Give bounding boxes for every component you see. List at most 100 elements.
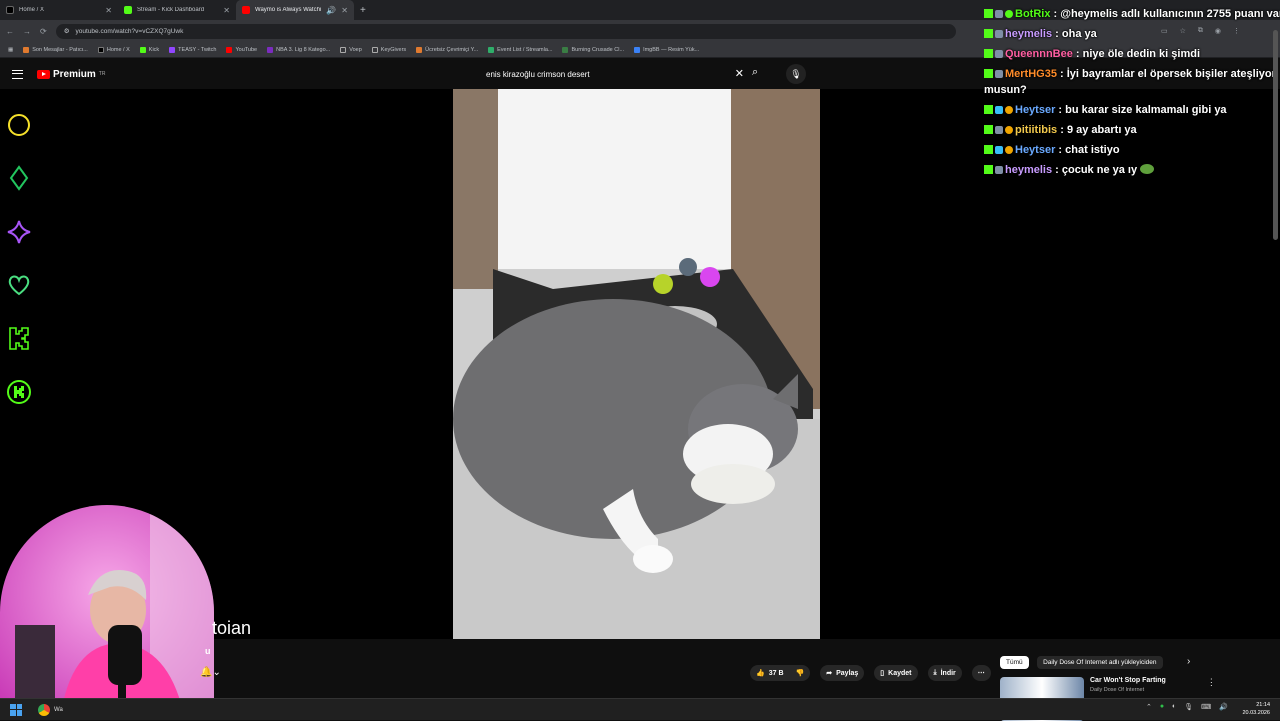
- bookmark-favicon-icon: [267, 46, 274, 53]
- kick-badge-icon: [984, 69, 993, 78]
- folder-icon: [371, 46, 378, 53]
- bookmark-folder[interactable]: KeyGivers: [371, 46, 406, 53]
- more-actions-button[interactable]: ⋯: [971, 665, 991, 681]
- notification-bell-icon[interactable]: 🔔⌄: [200, 667, 221, 678]
- apps-icon[interactable]: ▦: [8, 47, 13, 53]
- kick-badge-icon: [984, 49, 993, 58]
- windows-start-icon[interactable]: [10, 703, 22, 716]
- diamond-badge-icon: [995, 146, 1003, 154]
- chat-message: Heytser : bu karar size kalmamalı gibi y…: [984, 100, 1276, 120]
- subscriber-badge-icon: [995, 166, 1003, 174]
- bookmark-item[interactable]: TEASY - Twitch: [169, 46, 216, 53]
- bookmark-favicon-icon: [416, 46, 423, 53]
- tab-x[interactable]: Home / X ✕: [0, 0, 118, 20]
- chevron-right-icon[interactable]: ›: [1187, 656, 1190, 667]
- tab-kick-dashboard[interactable]: Stream - Kick Dashboard ✕: [118, 0, 236, 20]
- volume-icon[interactable]: 🔊: [1219, 703, 1228, 711]
- bookmark-item[interactable]: Home / X: [97, 46, 130, 53]
- bookmark-item[interactable]: NBA 3. Lig 8 Katego...: [267, 46, 330, 53]
- subscriber-badge-icon: [995, 50, 1003, 58]
- system-clock[interactable]: 21:14 20.03.2026: [1242, 701, 1270, 717]
- forward-icon[interactable]: →: [23, 27, 31, 36]
- channel-name-fragment: u: [205, 646, 211, 656]
- video-frame[interactable]: [453, 89, 820, 639]
- circle-icon: [8, 114, 30, 136]
- close-icon[interactable]: ✕: [223, 6, 230, 15]
- chat-username: heymelis: [1005, 164, 1053, 176]
- youtube-icon: [242, 6, 250, 14]
- kick-icon: [124, 6, 132, 14]
- bookmark-item[interactable]: Kick: [139, 46, 159, 53]
- chat-username: Heytser: [1015, 104, 1056, 116]
- bookmark-favicon-icon: [634, 46, 641, 53]
- chat-username: QueennnBee: [1005, 48, 1073, 60]
- diamond-icon: [9, 165, 29, 191]
- back-icon[interactable]: ←: [6, 27, 14, 36]
- speaker-icon[interactable]: 🔊: [326, 6, 336, 15]
- youtube-play-icon: [37, 69, 50, 79]
- bookmark-item[interactable]: Burning Crusade Cl...: [562, 46, 624, 53]
- tab-youtube[interactable]: Waymo is Always Watching 🔊 ✕: [236, 0, 354, 20]
- tab-label: Home / X: [19, 7, 45, 13]
- keyboard-icon[interactable]: ⌨: [1201, 703, 1211, 711]
- site-info-icon[interactable]: ⚙: [64, 27, 70, 35]
- bot-badge-icon: [995, 10, 1003, 18]
- chat-message: heymelis : oha ya: [984, 24, 1276, 44]
- chevron-up-icon[interactable]: ⌃: [1146, 703, 1152, 711]
- bookmark-item[interactable]: ImgBB — Resim Yük...: [634, 46, 699, 53]
- search-icon[interactable]: ⌕: [752, 66, 758, 79]
- chat-text: : @heymelis adlı kullanıcının 2755 puanı…: [1053, 8, 1280, 20]
- recommended-channel[interactable]: Daily Dose Of Internet: [1090, 687, 1166, 693]
- verified-badge-icon: [1005, 10, 1013, 18]
- search-input[interactable]: enis kirazoğlu crimson desert ✕: [478, 64, 748, 84]
- gift-badge-icon: [1005, 146, 1013, 154]
- thumbs-down-icon[interactable]: 👎: [796, 669, 805, 677]
- chip-all[interactable]: Tümü: [1000, 656, 1029, 669]
- hamburger-menu-icon[interactable]: [12, 69, 23, 79]
- bookmark-favicon-icon: [488, 46, 495, 53]
- thumbs-up-icon: 👍: [756, 670, 765, 677]
- close-icon[interactable]: ✕: [341, 6, 348, 15]
- save-button[interactable]: ▯ Kaydet: [874, 665, 918, 681]
- chat-username: MertHG35: [1005, 68, 1057, 80]
- chip-channel[interactable]: Daily Dose Of Internet adlı yükleyiciden: [1037, 656, 1163, 669]
- microphone-icon[interactable]: 🎙: [786, 64, 806, 84]
- like-button[interactable]: 👍 37 B 👎: [750, 665, 811, 681]
- gift-badge-icon: [1005, 126, 1013, 134]
- reload-icon[interactable]: ⟳: [40, 27, 47, 36]
- chat-text: : bu karar size kalmamalı gibi ya: [1058, 104, 1227, 116]
- chat-username: Heytser: [1015, 144, 1056, 156]
- steam-icon[interactable]: ◐: [1172, 703, 1176, 711]
- new-tab-button[interactable]: +: [360, 5, 366, 16]
- bookmark-favicon-icon: [23, 46, 30, 53]
- tray-app-icon[interactable]: ●: [1160, 703, 1164, 711]
- chat-text: : chat istiyo: [1058, 144, 1120, 156]
- bookmark-item[interactable]: Ücretsiz Çevrimiçi Y...: [416, 46, 478, 53]
- recommended-title[interactable]: Car Won't Stop Farting: [1090, 677, 1166, 684]
- share-button[interactable]: ➦ Paylaş: [820, 665, 865, 681]
- heart-icon: [8, 275, 30, 296]
- webcam-image: [0, 505, 214, 720]
- chat-message: Heytser : chat istiyo: [984, 140, 1276, 160]
- chat-text: : çocuk ne ya ıy: [1055, 164, 1138, 176]
- close-icon[interactable]: ✕: [105, 6, 112, 15]
- bookmark-item[interactable]: Son Mesajlar - Patıcı...: [23, 46, 88, 53]
- x-icon: [6, 6, 14, 14]
- mic-tray-icon[interactable]: 🎙: [1184, 703, 1193, 711]
- youtube-logo[interactable]: Premium TR: [37, 69, 105, 80]
- gift-badge-icon: [1005, 106, 1013, 114]
- bookmark-item[interactable]: YouTube: [226, 46, 257, 53]
- bookmark-icon: ▯: [880, 670, 885, 677]
- kick-badge-icon: [984, 165, 993, 174]
- download-button[interactable]: ⤓ İndir: [927, 665, 962, 681]
- chat-message: MertHG35 : İyi bayramlar el öpersek bişi…: [984, 66, 1276, 98]
- bookmark-item[interactable]: Event List / Streamla...: [488, 46, 552, 53]
- chat-message: QueennnBee : niye öle dedin ki şimdi: [984, 44, 1276, 64]
- page-scrollbar[interactable]: [1273, 30, 1278, 240]
- taskbar-chrome[interactable]: Wa: [38, 703, 63, 716]
- clear-search-icon[interactable]: ✕: [735, 67, 744, 80]
- url-field[interactable]: ⚙ youtube.com/watch?v=vCZXQ7gUwk: [55, 23, 956, 39]
- pepe-emote-icon: [1140, 164, 1155, 174]
- bookmark-favicon-icon: [169, 46, 176, 53]
- bookmark-folder[interactable]: Voep: [340, 46, 362, 53]
